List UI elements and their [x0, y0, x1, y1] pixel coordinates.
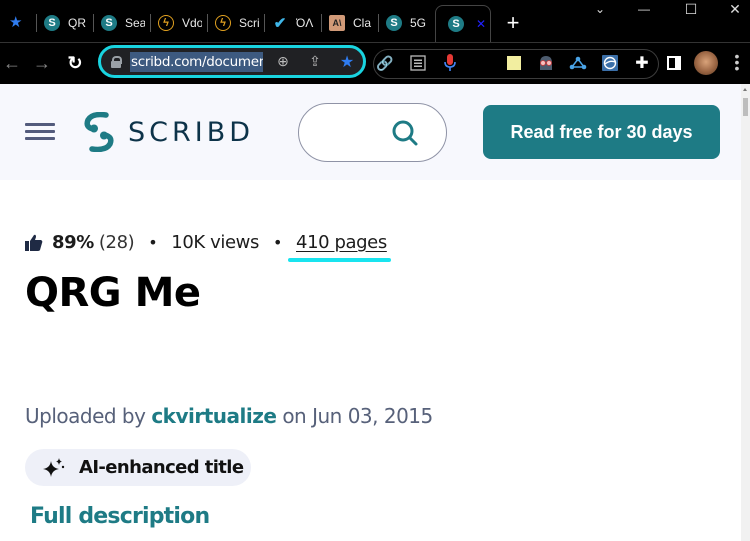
bookmark-star-icon[interactable]: ★ [331, 52, 363, 72]
vdo-lightning-icon: ϟ [215, 15, 231, 31]
scrollbar-thumb[interactable] [743, 98, 748, 116]
side-panel-icon[interactable] [664, 53, 684, 73]
hamburger-menu-icon[interactable] [25, 123, 55, 141]
tab-separator [264, 14, 265, 32]
tab-active[interactable]: S ✕ [435, 5, 491, 42]
tab-title: Vdo [182, 16, 202, 30]
uploader-link[interactable]: ckvirtualize [151, 404, 277, 428]
tab-title: ΌΛ [296, 16, 314, 30]
browser-extension-icon[interactable] [600, 53, 620, 73]
thumbs-up-icon [25, 234, 43, 251]
ai-enhanced-title-chip[interactable]: AI-enhanced title [25, 449, 251, 486]
scribd-page: SCRIBD Read free for 30 days 89% (28) • … [0, 84, 741, 541]
maximize-icon[interactable]: ☐ [676, 0, 706, 20]
scribd-logo-icon [84, 112, 114, 152]
uploaded-date: on Jun 03, 2015 [282, 404, 433, 428]
checkmark-favicon-icon: ✔ [273, 15, 287, 32]
tab-separator [150, 14, 151, 32]
rating-count: (28) [98, 232, 135, 253]
profile-avatar[interactable] [694, 51, 718, 75]
browser-tab-strip: ★ S QR S Sea ϟ Vdo ϟ Scri ✔ ΌΛ A\ Cla S … [0, 0, 750, 42]
new-tab-button[interactable]: + [503, 11, 523, 35]
tab-title: Cla [353, 16, 372, 30]
tab-separator [93, 14, 94, 32]
reload-icon[interactable]: ↻ [63, 51, 87, 75]
rating-percent: 89% [52, 232, 94, 253]
tab-claude[interactable]: A\ Cla [329, 9, 373, 37]
tab-close-icon[interactable]: ✕ [476, 17, 486, 31]
separator-dot: • [148, 233, 158, 252]
tab-separator [36, 14, 37, 32]
tab-title: QR [68, 16, 86, 30]
tab-qr[interactable]: S QR [44, 9, 88, 37]
scroll-up-arrow-icon[interactable] [743, 88, 747, 91]
uploaded-prefix: Uploaded by [25, 404, 146, 428]
views-count: 10K views [171, 232, 259, 253]
sparkle-icon [43, 457, 65, 477]
tab-sea[interactable]: S Sea [101, 9, 145, 37]
address-bar[interactable]: scribd.com/document ⊕ ⇪ ★ [98, 45, 366, 78]
separator-dot: • [272, 233, 283, 252]
robot-extension-icon[interactable] [536, 53, 556, 73]
tab-separator [378, 14, 379, 32]
tab-separator [207, 14, 208, 32]
minimize-icon[interactable]: — [629, 0, 659, 20]
share-nodes-extension-icon[interactable] [568, 53, 588, 73]
page-count-link[interactable]: 410 pages [288, 232, 391, 262]
vdo-lightning-icon: ϟ [158, 15, 174, 31]
share-icon[interactable]: ⇪ [299, 53, 331, 70]
scribd-logo[interactable]: SCRIBD [82, 112, 254, 152]
anthropic-favicon-icon: A\ [329, 15, 345, 31]
close-window-icon[interactable]: ✕ [720, 0, 750, 20]
sticky-note-extension-icon[interactable] [504, 53, 524, 73]
tab-title: Sea [125, 16, 145, 30]
back-icon[interactable]: ← [0, 51, 24, 75]
tab-title: Scri [239, 16, 259, 30]
read-free-button[interactable]: Read free for 30 days [483, 105, 720, 159]
url-text[interactable]: scribd.com/document [130, 51, 263, 72]
link-extension-icon[interactable]: 🔗 [375, 53, 395, 73]
tab-scri[interactable]: ϟ Scri [215, 9, 259, 37]
ai-chip-label: AI-enhanced title [79, 457, 244, 478]
tab-5g[interactable]: S 5G [386, 9, 430, 37]
scribd-favicon-icon: S [448, 16, 464, 32]
bookmark-star-icon[interactable]: ★ [9, 13, 22, 31]
full-description-link[interactable]: Full description [30, 504, 210, 529]
menu-kebab-icon[interactable]: • • • [734, 49, 740, 75]
zoom-icon[interactable]: ⊕ [267, 53, 299, 70]
tab-vdo[interactable]: ϟ Vdo [158, 9, 202, 37]
document-title: QRG Me [25, 270, 201, 316]
forward-icon[interactable]: → [30, 51, 54, 75]
brand-name: SCRIBD [128, 116, 255, 148]
tab-search-icon[interactable]: ⌄ [585, 0, 615, 20]
page-scrollbar[interactable] [741, 84, 750, 541]
lock-icon[interactable] [111, 55, 122, 68]
upload-info: Uploaded by ckvirtualize on Jun 03, 2015 [25, 404, 433, 428]
scribd-favicon-icon: S [44, 15, 60, 31]
reader-extension-icon[interactable] [408, 53, 428, 73]
tab-ol[interactable]: ✔ ΌΛ [272, 9, 316, 37]
page-count: 410 pages [296, 232, 387, 253]
scribd-favicon-icon: S [386, 15, 402, 31]
search-icon[interactable] [390, 118, 420, 148]
microphone-extension-icon[interactable] [440, 53, 460, 73]
scribd-favicon-icon: S [101, 15, 117, 31]
puzzle-extensions-icon[interactable]: ✚ [632, 53, 652, 73]
document-stats: 89% (28) • 10K views • 410 pages [25, 232, 391, 262]
search-input[interactable] [298, 103, 447, 162]
site-header: SCRIBD Read free for 30 days [0, 84, 741, 180]
tab-title: 5G [410, 16, 427, 30]
highlight-underline [288, 258, 391, 262]
tab-separator [321, 14, 322, 32]
browser-toolbar: ← → ↻ scribd.com/document ⊕ ⇪ ★ 🔗 ✚ • • • [0, 42, 750, 84]
